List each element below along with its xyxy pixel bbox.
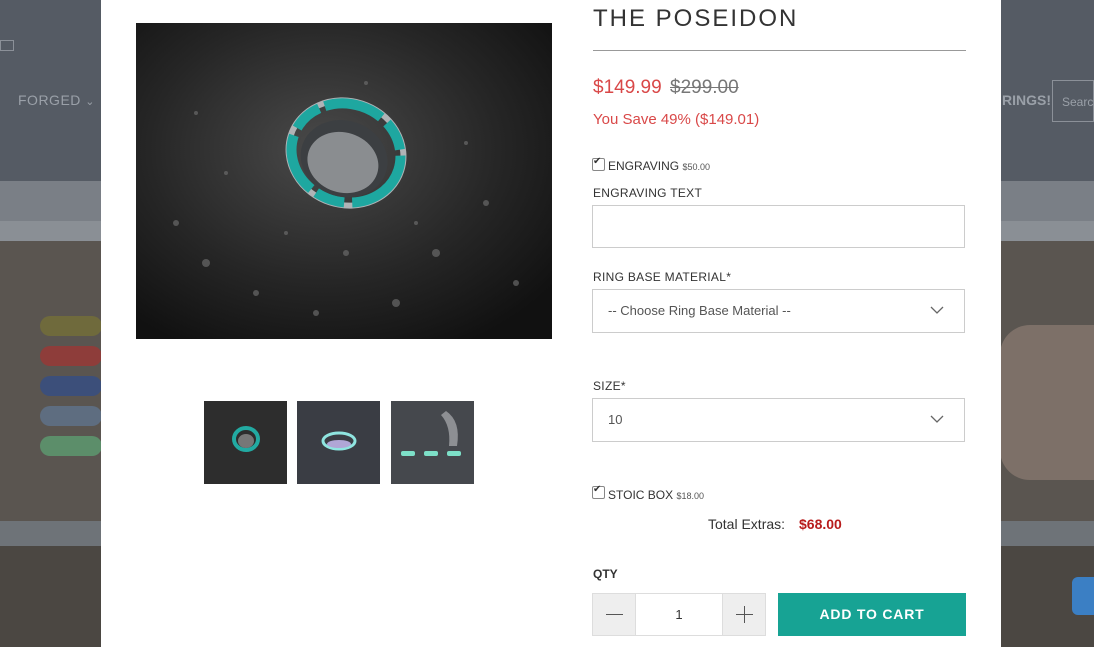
qty-input[interactable]: 1	[636, 593, 722, 636]
sale-price: $149.99	[593, 77, 662, 98]
background-ring	[40, 346, 102, 366]
background-ring-photo	[1000, 325, 1094, 480]
ring-base-material-label: RING BASE MATERIAL*	[593, 270, 732, 284]
mail-icon	[0, 40, 14, 51]
qty-label: QTY	[593, 567, 618, 581]
size-label: SIZE*	[593, 379, 626, 393]
engraving-checkbox[interactable]	[592, 156, 605, 171]
qty-increase-button[interactable]	[722, 593, 766, 636]
engraving-text-label: ENGRAVING TEXT	[593, 186, 703, 200]
total-extras-label: Total Extras:	[708, 516, 786, 532]
engraving-text-input[interactable]	[592, 205, 965, 248]
stoic-box-price: $18.00	[676, 491, 705, 501]
size-select[interactable]: 10	[592, 398, 965, 442]
background-nav-forged: FORGED ⌄	[18, 92, 95, 108]
product-title: THE POSEIDON	[593, 5, 799, 32]
size-value: 10	[608, 412, 623, 427]
thumbnail-2[interactable]	[297, 401, 380, 484]
ring-base-material-value: -- Choose Ring Base Material --	[608, 303, 791, 318]
compare-price: $299.00	[670, 77, 739, 98]
background-ring	[40, 376, 102, 396]
background-ring	[40, 406, 102, 426]
chevron-down-icon	[930, 306, 944, 314]
chevron-down-icon	[930, 415, 944, 423]
background-ring	[40, 316, 102, 336]
ring-base-material-select[interactable]: -- Choose Ring Base Material --	[592, 289, 965, 333]
engraving-option-label: ENGRAVING $50.00	[608, 159, 710, 173]
chat-icon	[1072, 577, 1094, 615]
stoic-box-option-label: STOIC BOX $18.00	[608, 488, 704, 502]
stoic-box-label: STOIC BOX	[608, 488, 674, 502]
background-ring	[40, 436, 102, 456]
total-extras-value: $68.00	[799, 516, 842, 532]
savings-text: You Save 49% ($149.01)	[593, 111, 760, 128]
engraving-price: $50.00	[682, 162, 710, 172]
add-to-cart-button[interactable]: ADD TO CART	[778, 593, 966, 636]
engraving-label: ENGRAVING	[608, 159, 680, 173]
title-divider	[593, 50, 966, 51]
stoic-box-checkbox[interactable]	[592, 484, 605, 499]
quick-view-modal: THE POSEIDON $149.99 $299.00 You Save 49…	[101, 0, 1001, 647]
qty-decrease-button[interactable]	[592, 593, 636, 636]
thumbnail-3[interactable]	[391, 401, 474, 484]
product-main-image[interactable]	[136, 23, 552, 339]
background-nav-rings: RINGS!	[1002, 92, 1051, 108]
thumbnail-1[interactable]	[204, 401, 287, 484]
background-search-input: Search	[1052, 80, 1094, 122]
